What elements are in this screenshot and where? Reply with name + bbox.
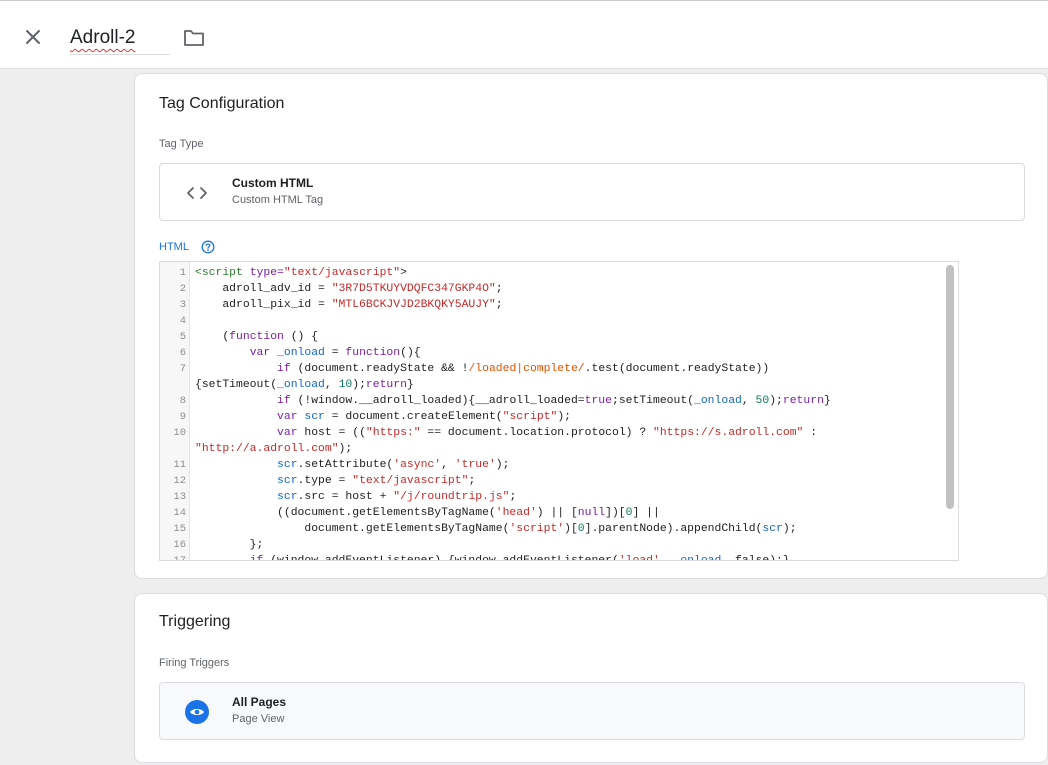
line-number: 17 [173, 555, 186, 561]
line-number: 16 [173, 539, 186, 551]
code-line: 8 if (!window.__adroll_loaded){__adroll_… [160, 393, 950, 409]
line-number: 1 [179, 267, 186, 279]
html-label: HTML [159, 241, 189, 253]
code-text: scr.src = host + "/j/roundtrip.js"; [277, 491, 517, 503]
code-line: 9 var scr = document.createElement("scri… [160, 409, 950, 425]
code-text: if (!window.__adroll_loaded){__adroll_lo… [277, 395, 831, 407]
eye-icon [184, 699, 210, 725]
line-number: 11 [173, 459, 186, 471]
folder-button[interactable] [182, 27, 206, 49]
code-text: "http://a.adroll.com"); [195, 443, 353, 455]
code-text: var host = (("https:" == document.locati… [277, 427, 818, 439]
line-number: 8 [179, 395, 186, 407]
line-number: 12 [173, 475, 186, 487]
close-button[interactable] [22, 26, 44, 48]
code-brackets-icon [184, 182, 210, 204]
firing-triggers-label: Firing Triggers [159, 657, 230, 669]
code-text: document.getElementsByTagName('script')[… [195, 523, 797, 535]
code-line: "http://a.adroll.com"); [160, 441, 950, 457]
code-line: 11 scr.setAttribute('async', 'true'); [160, 457, 950, 473]
code-text: <script type="text/javascript"> [195, 267, 407, 279]
line-number: 3 [179, 299, 186, 311]
tag-type-label: Tag Type [159, 138, 204, 150]
code-text: var scr = document.createElement("script… [277, 411, 571, 423]
code-text: scr.setAttribute('async', 'true'); [277, 459, 510, 471]
line-number: 15 [173, 523, 186, 535]
folder-icon [184, 30, 204, 46]
line-number: 4 [179, 315, 186, 327]
code-line: 17 if (window.addEventListener) {window.… [160, 553, 950, 561]
editor-header: Adroll-2 [0, 0, 1048, 69]
code-line: 14 ((document.getElementsByTagName('head… [160, 505, 950, 521]
code-line: 16 }; [160, 537, 950, 553]
tag-type-subtitle: Custom HTML Tag [232, 194, 324, 206]
card-title: Triggering [159, 613, 231, 630]
code-line: 15 document.getElementsByTagName('script… [160, 521, 950, 537]
code-line: 13 scr.src = host + "/j/roundtrip.js"; [160, 489, 950, 505]
tag-type-name: Custom HTML [232, 176, 314, 190]
code-line: 7 if (document.readyState && !/loaded|co… [160, 361, 950, 377]
tag-name-text[interactable]: Adroll-2 [70, 27, 135, 48]
code-line: 10 var host = (("https:" == document.loc… [160, 425, 950, 441]
code-line: 4 [160, 313, 950, 329]
code-text: ((document.getElementsByTagName('head') … [195, 507, 660, 519]
code-text: if (document.readyState && !/loaded|comp… [277, 363, 770, 375]
line-number: 10 [173, 427, 186, 439]
line-number: 9 [179, 411, 186, 423]
code-text: (function () { [195, 331, 319, 343]
code-line: 12 scr.type = "text/javascript"; [160, 473, 950, 489]
code-text: adroll_pix_id = "MTL6BCKJVJD2BKQKY5AUJY"… [195, 299, 503, 311]
code-line: 6 var _onload = function(){ [160, 345, 950, 361]
code-text: adroll_adv_id = "3R7D5TKUYVDQFC347GKP4O"… [195, 283, 503, 295]
code-text: }; [195, 539, 264, 551]
line-number: 14 [173, 507, 186, 519]
code-text: {setTimeout(_onload, 10);return} [195, 379, 414, 391]
editor-scrollbar[interactable] [946, 265, 954, 509]
code-line: 3 adroll_pix_id = "MTL6BCKJVJD2BKQKY5AUJ… [160, 297, 950, 313]
code-text: var _onload = function(){ [249, 347, 421, 359]
code-line: 2 adroll_adv_id = "3R7D5TKUYVDQFC347GKP4… [160, 281, 950, 297]
trigger-name: All Pages [232, 695, 287, 709]
line-number: 2 [179, 283, 186, 295]
trigger-subtitle: Page View [232, 713, 285, 725]
trigger-item-all-pages[interactable]: All Pages Page View [159, 682, 1025, 740]
tag-name-field[interactable]: Adroll-2 [70, 25, 170, 55]
help-circle-icon[interactable] [201, 240, 215, 254]
card-title: Tag Configuration [159, 95, 285, 112]
line-number: 7 [179, 363, 186, 375]
triggering-card: Triggering Firing Triggers All Pages Pag… [134, 593, 1048, 763]
code-lines: 1 <script type="text/javascript"> 2 adroll… [160, 265, 950, 561]
close-icon [26, 30, 40, 44]
code-line: {setTimeout(_onload, 10);return} [160, 377, 950, 393]
code-text: if (window.addEventListener) {window.add… [249, 555, 790, 561]
line-number: 5 [179, 331, 186, 343]
tag-type-selector[interactable]: Custom HTML Custom HTML Tag [159, 163, 1025, 221]
code-line: 5 (function () { [160, 329, 950, 345]
line-number: 6 [179, 347, 186, 359]
code-text: scr.type = "text/javascript"; [277, 475, 476, 487]
tag-configuration-card: Tag Configuration Tag Type Custom HTML C… [134, 73, 1048, 579]
html-code-editor[interactable]: 1 <script type="text/javascript"> 2 adroll… [159, 261, 959, 561]
line-number: 13 [173, 491, 186, 503]
code-line: 1 <script type="text/javascript"> [160, 265, 950, 281]
